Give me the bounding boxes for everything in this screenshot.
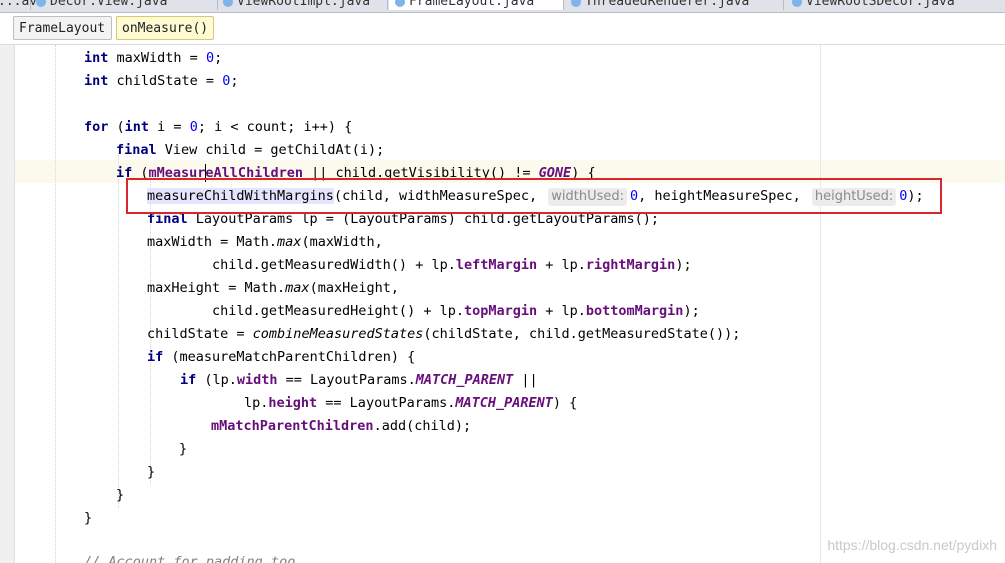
editor-tab[interactable]: ViewRootImpl.java [217, 0, 388, 10]
parameter-hint: widthUsed: [548, 188, 628, 206]
editor-gutter[interactable] [0, 45, 15, 563]
java-file-icon [395, 0, 405, 7]
code-line: final LayoutParams lp = (LayoutParams) c… [147, 211, 660, 227]
code-line: childState = combineMeasuredStates(child… [147, 326, 741, 342]
code-line: int childState = 0; [84, 73, 239, 89]
code-line: } [116, 487, 125, 503]
code-comment: // Account for padding too [84, 554, 296, 563]
text-caret [205, 164, 206, 182]
code-line: for (int i = 0; i < count; i++) { [84, 119, 353, 135]
code-line: } [147, 464, 156, 480]
editor-tab[interactable]: Decor.View.java [30, 0, 218, 10]
editor-tab[interactable]: ...ava [0, 0, 45, 10]
code-line: if (lp.width == LayoutParams.MATCH_PAREN… [180, 372, 538, 388]
breadcrumb: FrameLayout onMeasure() [0, 13, 1005, 45]
code-line: maxHeight = Math.max(maxHeight, [147, 280, 399, 296]
editor-tab-bar: ...ava Decor.View.java ViewRootImpl.java… [0, 0, 1005, 13]
code-line: maxWidth = Math.max(maxWidth, [147, 234, 383, 250]
code-line: measureChildWithMargins(child, widthMeas… [147, 188, 924, 206]
code-editor[interactable]: int maxWidth = 0; int childState = 0; fo… [15, 45, 1005, 563]
breadcrumb-class[interactable]: FrameLayout [13, 16, 112, 40]
code-line: int maxWidth = 0; [84, 50, 223, 66]
editor-tab-active[interactable]: FrameLayout.java [389, 0, 564, 10]
java-file-icon [792, 0, 802, 7]
parameter-hint: heightUsed: [811, 188, 897, 206]
code-line: } [179, 441, 188, 457]
code-line: if (measureMatchParentChildren) { [147, 349, 416, 365]
code-line: child.getMeasuredWidth() + lp.leftMargin… [212, 257, 692, 273]
editor-tab[interactable]: ThreadedRenderer.java [565, 0, 784, 10]
code-line: child.getMeasuredHeight() + lp.topMargin… [212, 303, 700, 319]
editor-tab[interactable]: ViewRootSDecor.java [786, 0, 1005, 10]
java-file-icon [571, 0, 581, 7]
indent-guide [55, 45, 56, 563]
code-line: final View child = getChildAt(i); [116, 142, 385, 158]
code-line: mMatchParentChildren.add(child); [211, 418, 472, 434]
breadcrumb-method[interactable]: onMeasure() [116, 16, 214, 40]
java-file-icon [36, 0, 46, 7]
indent-guide [118, 153, 119, 508]
java-file-icon [223, 0, 233, 7]
right-margin-guide [820, 45, 821, 563]
watermark: https://blog.csdn.net/pydixh [827, 537, 997, 553]
code-line: lp.height == LayoutParams.MATCH_PARENT) … [244, 395, 578, 411]
code-line: if (mMeasureAllChildren || child.getVisi… [116, 165, 596, 181]
code-line: } [84, 510, 93, 526]
